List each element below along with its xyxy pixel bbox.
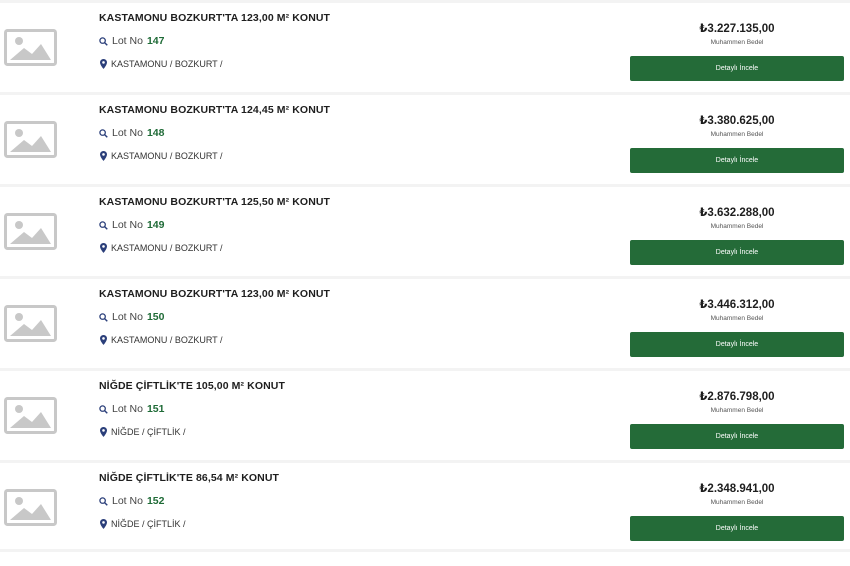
location-info: NİĞDE / ÇİFTLİK / — [100, 427, 186, 437]
listing-row: KASTAMONU BOZKURT'TA 123,00 M² KONUT Lot… — [0, 0, 850, 92]
details-button[interactable]: Detaylı İncele — [630, 332, 844, 357]
price-label: Muhammen Bedel — [710, 131, 764, 138]
listing-row: KASTAMONU BOZKURT'TA 124,45 M² KONUT Lot… — [0, 92, 850, 184]
location-info: KASTAMONU / BOZKURT / — [100, 243, 223, 253]
location-info: NİĞDE / ÇİFTLİK / — [100, 519, 186, 529]
price: ₺3.227.135,00 — [699, 23, 775, 35]
price: ₺3.632.288,00 — [699, 207, 775, 219]
location-text: KASTAMONU / BOZKURT / — [111, 59, 223, 69]
lot-info: Lot No 150 — [99, 311, 164, 323]
image-placeholder-icon[interactable] — [4, 489, 57, 526]
location-info: KASTAMONU / BOZKURT / — [100, 151, 223, 161]
image-placeholder-icon[interactable] — [4, 121, 57, 158]
search-icon — [99, 496, 108, 506]
listing-row: NİĞDE ÇİFTLİK'TE 86,54 M² KONUT Lot No 1… — [0, 460, 850, 552]
listing-title[interactable]: KASTAMONU BOZKURT'TA 123,00 M² KONUT — [99, 12, 330, 24]
map-pin-icon — [100, 335, 107, 345]
details-button[interactable]: Detaylı İncele — [630, 424, 844, 449]
listing-title[interactable]: NİĞDE ÇİFTLİK'TE 105,00 M² KONUT — [99, 380, 285, 392]
price-label: Muhammen Bedel — [710, 39, 764, 46]
location-text: KASTAMONU / BOZKURT / — [111, 151, 223, 161]
price: ₺2.876.798,00 — [699, 391, 775, 403]
listing-row: KASTAMONU BOZKURT'TA 123,00 M² KONUT Lot… — [0, 276, 850, 368]
lot-number: 148 — [146, 127, 165, 139]
listing-title[interactable]: KASTAMONU BOZKURT'TA 124,45 M² KONUT — [99, 104, 330, 116]
image-placeholder-icon[interactable] — [4, 305, 57, 342]
map-pin-icon — [100, 151, 107, 161]
listing-row: NİĞDE ÇİFTLİK'TE 105,00 M² KONUT Lot No … — [0, 368, 850, 460]
lot-info: Lot No 151 — [99, 403, 164, 415]
details-button[interactable]: Detaylı İncele — [630, 516, 844, 541]
search-icon — [99, 128, 108, 138]
listing-title[interactable]: KASTAMONU BOZKURT'TA 123,00 M² KONUT — [99, 288, 330, 300]
lot-info: Lot No 152 — [99, 495, 164, 507]
price-label: Muhammen Bedel — [710, 407, 764, 414]
lot-label: Lot No — [112, 495, 143, 507]
price: ₺2.348.941,00 — [699, 483, 775, 495]
search-icon — [99, 404, 108, 414]
price-label: Muhammen Bedel — [710, 223, 764, 230]
lot-info: Lot No 147 — [99, 35, 164, 47]
lot-number: 149 — [146, 219, 165, 231]
map-pin-icon — [100, 427, 107, 437]
lot-label: Lot No — [112, 219, 143, 231]
details-button[interactable]: Detaylı İncele — [630, 56, 844, 81]
price-label: Muhammen Bedel — [710, 315, 764, 322]
lot-label: Lot No — [112, 127, 143, 139]
location-text: NİĞDE / ÇİFTLİK / — [111, 519, 186, 529]
price: ₺3.380.625,00 — [699, 115, 775, 127]
listing-title[interactable]: NİĞDE ÇİFTLİK'TE 86,54 M² KONUT — [99, 472, 279, 484]
map-pin-icon — [100, 519, 107, 529]
lot-number: 150 — [146, 311, 165, 323]
search-icon — [99, 312, 108, 322]
listing-row: KASTAMONU BOZKURT'TA 125,50 M² KONUT Lot… — [0, 184, 850, 276]
search-icon — [99, 220, 108, 230]
lot-label: Lot No — [112, 403, 143, 415]
price: ₺3.446.312,00 — [699, 299, 775, 311]
lot-number: 151 — [146, 403, 165, 415]
lot-info: Lot No 149 — [99, 219, 164, 231]
details-button[interactable]: Detaylı İncele — [630, 240, 844, 265]
location-text: NİĞDE / ÇİFTLİK / — [111, 427, 186, 437]
map-pin-icon — [100, 59, 107, 69]
location-info: KASTAMONU / BOZKURT / — [100, 335, 223, 345]
map-pin-icon — [100, 243, 107, 253]
search-icon — [99, 36, 108, 46]
listing-title[interactable]: KASTAMONU BOZKURT'TA 125,50 M² KONUT — [99, 196, 330, 208]
details-button[interactable]: Detaylı İncele — [630, 148, 844, 173]
lot-label: Lot No — [112, 311, 143, 323]
lot-number: 147 — [146, 35, 165, 47]
lot-info: Lot No 148 — [99, 127, 164, 139]
image-placeholder-icon[interactable] — [4, 397, 57, 434]
image-placeholder-icon[interactable] — [4, 29, 57, 66]
image-placeholder-icon[interactable] — [4, 213, 57, 250]
location-text: KASTAMONU / BOZKURT / — [111, 243, 223, 253]
location-info: KASTAMONU / BOZKURT / — [100, 59, 223, 69]
location-text: KASTAMONU / BOZKURT / — [111, 335, 223, 345]
price-label: Muhammen Bedel — [710, 499, 764, 506]
lot-number: 152 — [146, 495, 165, 507]
lot-label: Lot No — [112, 35, 143, 47]
